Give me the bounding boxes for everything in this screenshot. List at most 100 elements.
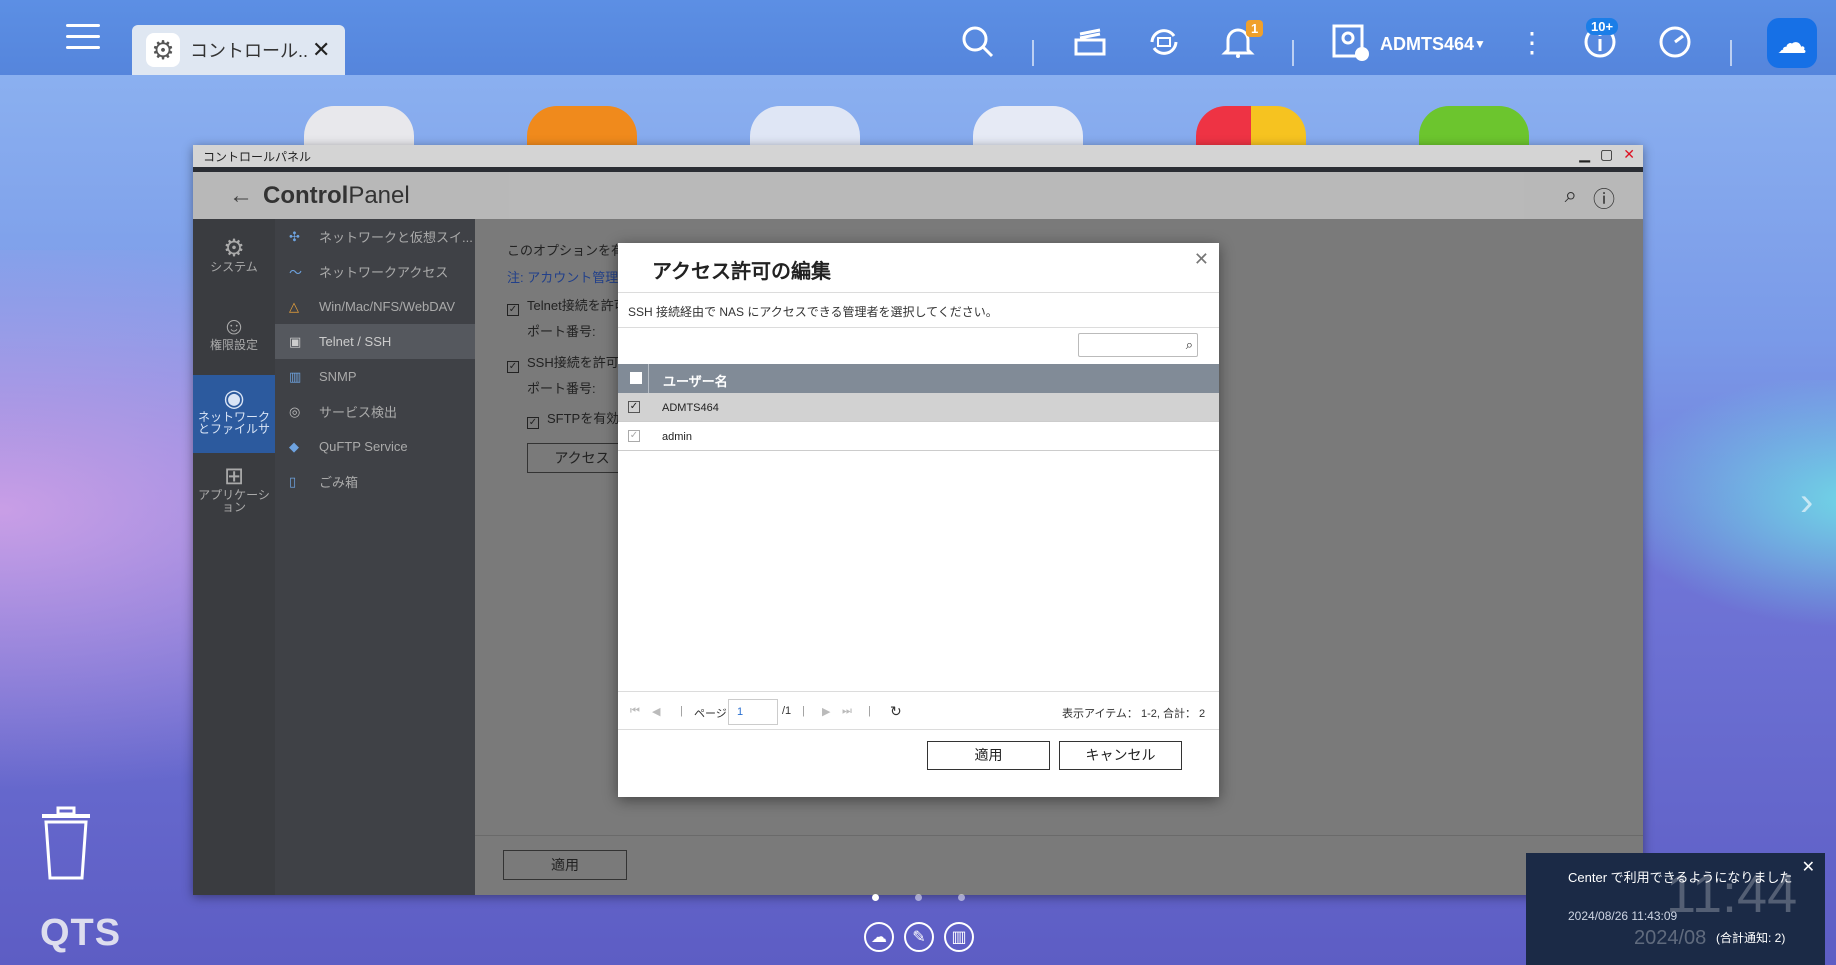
sftp-option[interactable]: ✓ SFTPを有効 [527,408,619,429]
page-dot[interactable] [915,894,922,901]
nav-telnet-ssh[interactable]: ▣ Telnet / SSH [275,324,475,359]
dialog-apply-button[interactable]: 適用 [927,741,1050,770]
next-page-icon[interactable]: ▶ [822,705,830,718]
nav-item-privilege[interactable]: ☺ 権限設定 [193,297,275,375]
dashboard-icon[interactable] [1655,22,1695,62]
cloud-icon[interactable]: ☁ [864,922,894,952]
nav-network-virtual-switch[interactable]: ✣ ネットワークと仮想スイ... [275,219,475,254]
search-icon: ⌕ [1185,337,1193,352]
nav-item-network-file[interactable]: ◉ ネットワークとファイルサ [193,375,275,453]
divider [1032,40,1034,66]
minimize-icon[interactable]: ▁ [1579,146,1590,163]
ftp-icon: ◆ [289,438,299,454]
book-icon[interactable]: ▥ [944,922,974,952]
content-footer: 適用 [475,835,1643,895]
top-bar: ⚙ コントロール... ✕ 1 ADMTS464 ▼ ⋮ 10+ ☁ [0,0,1836,75]
nav-quftp[interactable]: ◆ QuFTP Service [275,429,475,464]
last-page-icon[interactable]: ⏭ [842,705,852,718]
user-icon[interactable] [1330,22,1370,62]
nav-item-applications[interactable]: ⊞ アプリケーション [193,453,275,531]
items-summary: 表示アイテム： 1-2, 合計： 2 [1062,708,1206,720]
notification-message: Center で利用できるようになりました [1568,870,1793,885]
ssh-option[interactable]: ✓ SSH接続を許可 [507,352,619,373]
nav-service-discovery[interactable]: ◎ サービス検出 [275,394,475,429]
telnet-option[interactable]: ✓ Telnet接続を許可 [507,295,627,316]
maximize-icon[interactable]: ▢ [1600,146,1613,163]
app-tab-control-panel[interactable]: ⚙ コントロール... ✕ [132,25,345,75]
dialog-cancel-button[interactable]: キャンセル [1059,741,1182,770]
close-icon[interactable]: ✕ [1802,857,1815,877]
nav-item-system[interactable]: ⚙ システム [193,219,275,297]
window-title: コントロールパネル [203,150,312,164]
row-checkbox[interactable]: ✓ [628,401,640,413]
note-text: 注: アカウント管理者 [507,270,632,285]
bar-chart-icon: ▥ [289,368,302,384]
user-search-input[interactable]: ⌕ [1078,333,1198,357]
globe-icon: ◉ [223,385,245,412]
first-page-icon[interactable]: ⏮ [630,705,640,718]
main-menu-icon[interactable] [66,24,100,58]
nav-network-access[interactable]: 〜ネットワークアクセス [275,254,475,289]
close-tab-icon[interactable]: ✕ [312,37,330,63]
sync-icon[interactable] [1144,22,1184,62]
nav-recycle-bin[interactable]: ▯ ごみ箱 [275,464,475,499]
telnet-checkbox: ✓ [507,304,519,316]
back-arrow-icon[interactable]: ← [229,182,253,210]
more-options-icon[interactable]: ⋮ [1512,22,1552,62]
divider [618,729,1219,730]
refresh-icon[interactable]: ↻ [890,703,902,720]
window-header: ← ControlPanel ⌕ ⓘ [193,172,1643,219]
description-text: このオプションを有 [507,243,625,258]
tools-icon[interactable]: ✎ [904,922,934,952]
chevron-down-icon[interactable]: ▼ [1474,37,1486,51]
close-icon[interactable]: ✕ [1194,249,1209,270]
row-checkbox: ✓ [628,430,640,442]
page-dot[interactable] [958,894,965,901]
page-label: ページ [694,708,727,720]
network-icon: ✣ [289,228,300,244]
ssh-checkbox: ✓ [507,361,519,373]
divider [1292,40,1294,66]
qts-logo: QTS [40,912,122,954]
page-input[interactable]: 1 [728,699,778,725]
select-all-checkbox[interactable] [630,372,642,384]
sftp-checkbox: ✓ [527,417,539,429]
page-total: /1 [782,705,792,717]
close-icon[interactable]: ✕ [1623,146,1635,163]
wave-icon: 〜 [289,265,303,280]
port-label: ポート番号: [527,381,596,396]
user-name[interactable]: ADMTS464 [1380,34,1474,55]
apply-button[interactable]: 適用 [503,850,627,880]
table-row[interactable]: ✓ ADMTS464 [618,393,1219,422]
nav-snmp[interactable]: ▥ SNMP [275,359,475,394]
page-dot[interactable] [872,894,879,901]
trash-icon[interactable] [36,806,96,882]
table-row[interactable]: ✓ admin [618,422,1219,451]
column-header-username[interactable]: ユーザー名 [663,371,728,390]
cloud-icon[interactable]: ☁ [1767,18,1817,68]
prev-page-icon[interactable]: ◀ [652,705,660,718]
background-tasks-icon[interactable] [1070,22,1110,62]
pagination: ⏮ ◀ | ページ 1 /1 | ▶ ⏭ | ↻ 表示アイテム： 1-2, 合計… [618,691,1219,731]
nav-win-mac-nfs[interactable]: △ Win/Mac/NFS/WebDAV [275,289,475,324]
window-titlebar: コントロールパネル ▁ ▢ ✕ [193,145,1643,167]
page-title: ControlPanel [263,181,410,209]
update-badge: 10+ [1586,18,1619,35]
apps-icon: ⊞ [223,463,245,490]
primary-nav: ⚙ システム ☺ 権限設定 ◉ ネットワークとファイルサ ⊞ アプリケーション [193,219,275,895]
trash-icon: ▯ [289,473,297,489]
search-icon[interactable]: ⌕ [1565,182,1577,214]
gear-icon: ⚙ [223,235,245,262]
notification-timestamp: 2024/08/26 11:43:09 [1568,909,1678,923]
search-icon[interactable] [958,22,998,62]
dock: ☁ ✎ ▥ [864,922,974,952]
grid-header: ユーザー名 [618,364,1219,393]
satellite-icon: ◎ [289,403,301,419]
notification-toast[interactable]: 11:44 Center で利用できるようになりました 2024/08/26 1… [1526,853,1825,965]
help-icon[interactable]: ⓘ [1593,182,1615,214]
terminal-icon: ▣ [289,333,302,349]
gear-icon: ⚙ [146,33,180,67]
divider [618,292,1219,293]
divider [618,327,1219,328]
chevron-right-icon[interactable]: › [1800,480,1813,525]
